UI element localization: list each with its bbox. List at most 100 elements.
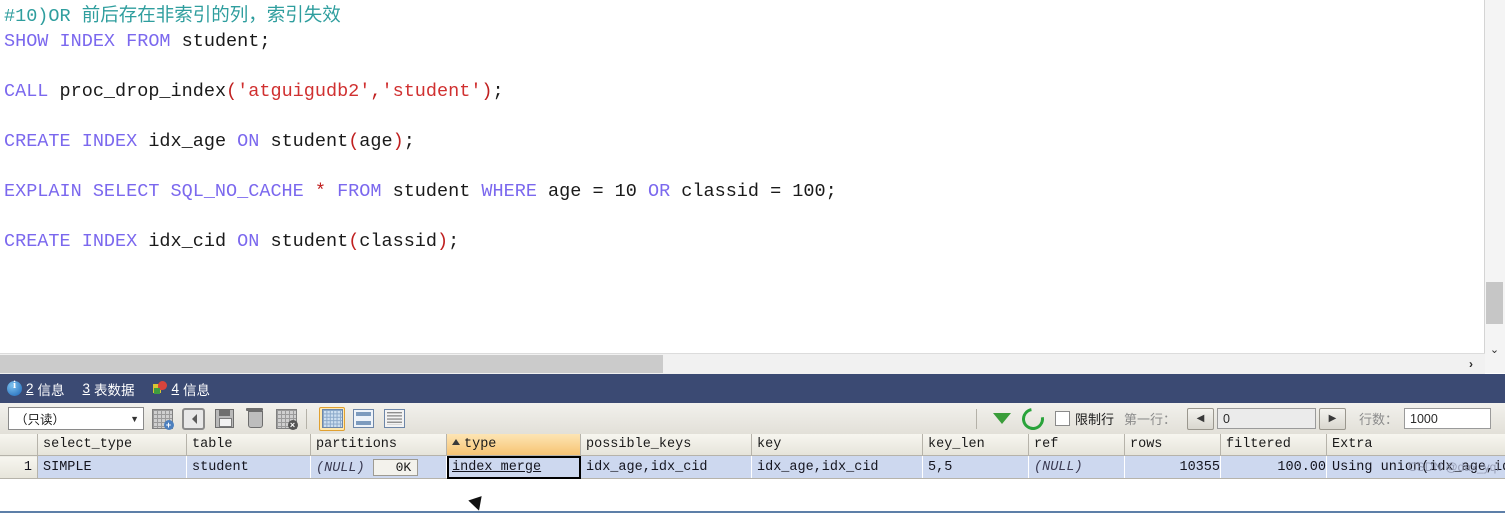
- column-header-label: table: [192, 437, 233, 452]
- cell-value: index_merge: [452, 460, 541, 475]
- delete-record-button[interactable]: ×: [273, 407, 299, 431]
- tab-table-data-3[interactable]: 3 表数据: [76, 375, 146, 402]
- apply-changes-button[interactable]: [180, 407, 206, 431]
- sql-token: OR: [648, 181, 681, 202]
- column-header-label: rows: [1130, 437, 1162, 452]
- plus-badge-icon: +: [164, 420, 174, 430]
- tab-info-4[interactable]: 4 信息: [146, 375, 222, 402]
- explain-result-grid[interactable]: select_type table partitions type possible_k…: [0, 434, 1505, 511]
- column-header-label: ref: [1034, 437, 1058, 452]
- column-header-type[interactable]: type: [447, 434, 581, 456]
- tab-info-2[interactable]: 2 信息: [0, 375, 76, 402]
- null-value: (NULL): [316, 461, 365, 476]
- column-header-select_type[interactable]: select_type: [38, 434, 187, 456]
- column-header-label: key: [757, 437, 781, 452]
- sql-token: idx_age: [148, 131, 237, 152]
- column-header-rows[interactable]: rows: [1125, 434, 1221, 456]
- column-header-Extra[interactable]: Extra: [1327, 434, 1505, 456]
- text-view-icon: [384, 409, 405, 428]
- trash-icon: [248, 411, 263, 428]
- add-record-button[interactable]: +: [149, 407, 175, 431]
- scroll-right-icon[interactable]: ›: [1461, 354, 1481, 373]
- horizontal-scroll-thumb[interactable]: [0, 355, 663, 373]
- sql-line: SHOW INDEX FROM student;: [4, 29, 1485, 79]
- column-header-partitions[interactable]: partitions: [311, 434, 447, 456]
- delete-button[interactable]: [242, 407, 268, 431]
- sql-line: EXPLAIN SELECT SQL_NO_CACHE * FROM stude…: [4, 179, 1485, 229]
- result-tab-bar: 2 信息 3 表数据 4 信息: [0, 374, 1505, 405]
- limit-rows-checkbox[interactable]: [1055, 411, 1070, 426]
- form-view-button[interactable]: [350, 407, 376, 431]
- chevron-down-icon: ▼: [130, 414, 139, 424]
- sql-token: CALL: [4, 81, 60, 102]
- row-count-value: 1000: [1410, 412, 1438, 426]
- column-header-ref[interactable]: ref: [1029, 434, 1125, 456]
- editor-vertical-scrollbar[interactable]: ⌄: [1484, 0, 1505, 372]
- sql-token: SHOW INDEX FROM: [4, 31, 182, 52]
- row-count-input[interactable]: 1000: [1404, 408, 1491, 429]
- column-header-possible_keys[interactable]: possible_keys: [581, 434, 752, 456]
- filter-button[interactable]: [989, 407, 1015, 431]
- prev-page-button[interactable]: ◀: [1187, 408, 1214, 430]
- table-row[interactable]: 1SIMPLEstudent(NULL)0K index_merge idx_age…: [0, 456, 1505, 479]
- sql-editor[interactable]: #10)OR 前后存在非索引的列，索引失效SHOW INDEX FROM stu…: [0, 0, 1485, 352]
- delete-record-icon: ×: [276, 409, 297, 429]
- selected-cell-type[interactable]: index_merge: [447, 456, 581, 479]
- limit-rows-toggle[interactable]: 限制行: [1055, 409, 1114, 428]
- cell-table[interactable]: student: [187, 456, 311, 479]
- sql-token: 'student': [382, 81, 482, 102]
- next-page-button[interactable]: ▶: [1319, 408, 1346, 430]
- text-view-button[interactable]: [381, 407, 407, 431]
- column-header-key_len[interactable]: key_len: [923, 434, 1029, 456]
- toolbar-divider: [306, 409, 307, 429]
- sql-token: student: [270, 231, 348, 252]
- sql-token: age = 10: [548, 181, 648, 202]
- sql-token: (: [348, 231, 359, 252]
- column-header-label: type: [464, 437, 496, 452]
- cell-possible_keys[interactable]: idx_age,idx_cid: [581, 456, 752, 479]
- cell-filtered[interactable]: 100.00: [1221, 456, 1327, 479]
- sql-token: ;: [404, 131, 415, 152]
- cell-key_len[interactable]: 5,5: [923, 456, 1029, 479]
- edit-mode-select[interactable]: （只读） ▼: [8, 407, 144, 430]
- editor-horizontal-scrollbar[interactable]: ›: [0, 353, 1485, 374]
- sql-token: ,: [370, 81, 381, 102]
- sql-token: WHERE: [481, 181, 548, 202]
- grid-view-button[interactable]: [319, 407, 345, 431]
- explain-table-body: 1SIMPLEstudent(NULL)0K index_merge idx_age…: [0, 456, 1505, 479]
- shapes-icon: [153, 381, 168, 396]
- column-header-label: select_type: [43, 437, 132, 452]
- sql-token: classid: [359, 231, 437, 252]
- sql-line: #10)OR 前后存在非索引的列，索引失效: [4, 4, 1485, 29]
- sql-token: ): [481, 81, 492, 102]
- explain-table-head: select_type table partitions type possible_k…: [0, 434, 1505, 456]
- column-header-label: filtered: [1226, 437, 1291, 452]
- sql-token: CREATE INDEX: [4, 231, 148, 252]
- cell-select_type[interactable]: SIMPLE: [38, 456, 187, 479]
- sql-token: 'atguigudb2': [237, 81, 370, 102]
- sql-code[interactable]: #10)OR 前后存在非索引的列，索引失效SHOW INDEX FROM stu…: [0, 0, 1485, 279]
- sql-token: EXPLAIN SELECT SQL_NO_CACHE: [4, 181, 315, 202]
- info-icon: [7, 381, 22, 396]
- null-value: (NULL): [1034, 460, 1083, 475]
- vertical-scroll-thumb[interactable]: [1486, 282, 1503, 324]
- column-header-table[interactable]: table: [187, 434, 311, 456]
- refresh-button[interactable]: [1020, 407, 1046, 431]
- cell-key[interactable]: idx_age,idx_cid: [752, 456, 923, 479]
- row-number[interactable]: 1: [0, 456, 38, 479]
- sql-token: student: [182, 31, 260, 52]
- column-header-rownum[interactable]: [0, 434, 38, 456]
- tab-label: 信息: [183, 379, 210, 399]
- add-record-icon: +: [152, 409, 173, 429]
- funnel-icon: [993, 413, 1011, 424]
- first-row-input[interactable]: 0: [1217, 408, 1316, 429]
- save-button[interactable]: [211, 407, 237, 431]
- column-header-key[interactable]: key: [752, 434, 923, 456]
- column-header-filtered[interactable]: filtered: [1221, 434, 1327, 456]
- x-badge-icon: ×: [288, 420, 298, 430]
- cell-rows[interactable]: 10355: [1125, 456, 1221, 479]
- tab-label: 表数据: [94, 379, 135, 399]
- scroll-down-icon[interactable]: ⌄: [1485, 340, 1504, 358]
- cell-ref[interactable]: (NULL): [1029, 456, 1125, 479]
- cell-partitions[interactable]: (NULL)0K: [311, 456, 447, 479]
